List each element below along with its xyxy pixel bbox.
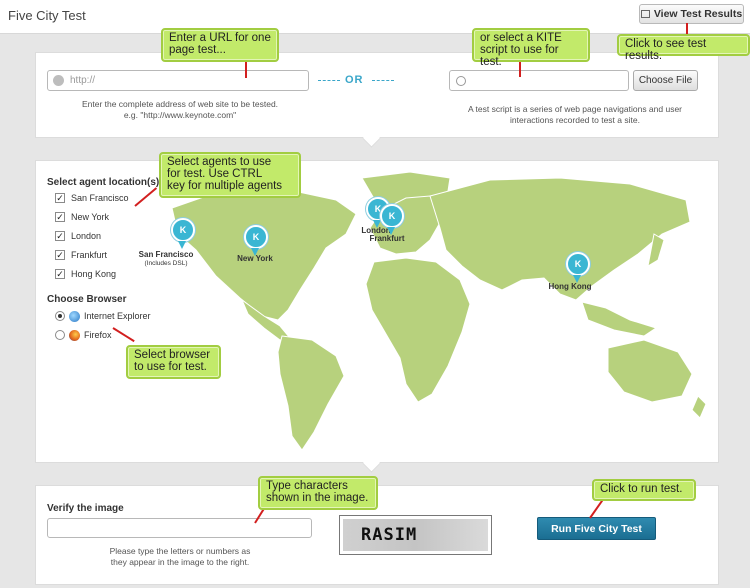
top-bar bbox=[0, 0, 750, 34]
firefox-icon bbox=[69, 329, 80, 341]
agent-checkbox-hong-kong[interactable]: ✓ Hong Kong bbox=[55, 267, 116, 281]
callout-browser-tip: Select browser to use for test. bbox=[126, 345, 221, 379]
map-pin[interactable]: K bbox=[244, 225, 268, 249]
pin-tail bbox=[178, 241, 186, 249]
callout-results-tip: Click to see test results. bbox=[617, 34, 750, 62]
or-divider-left bbox=[318, 80, 340, 82]
map-pin[interactable]: K bbox=[566, 252, 590, 276]
agent-checkbox-new-york[interactable]: ✓ New York bbox=[55, 210, 109, 224]
or-label: OR bbox=[345, 74, 364, 86]
callout-captcha-tip: Type characters shown in the image. bbox=[258, 476, 378, 510]
keynote-pin-icon: K bbox=[171, 218, 195, 242]
south-america-shape bbox=[277, 335, 345, 451]
agent-checkbox-london[interactable]: ✓ London bbox=[55, 229, 101, 243]
app-title: Five City Test bbox=[8, 8, 86, 23]
callout-url-tip: Enter a URL for one page test... bbox=[161, 28, 279, 62]
callout-script-tip: or select a KITE script to use for test. bbox=[472, 28, 590, 68]
view-test-results-label: View Test Results bbox=[653, 8, 743, 20]
australia-shape bbox=[607, 339, 693, 403]
keynote-pin-icon: K bbox=[244, 225, 268, 249]
radio-button[interactable] bbox=[55, 330, 65, 340]
callout-line bbox=[245, 61, 247, 78]
city-label-hong-kong: Hong Kong bbox=[548, 282, 592, 291]
verify-help-text: Please type the letters or numbers as th… bbox=[109, 546, 251, 567]
or-divider-right bbox=[372, 80, 394, 82]
se-asia-shape bbox=[581, 301, 658, 337]
city-label-san-francisco: San Francisco (Includes DSL) bbox=[138, 250, 194, 267]
city-label-new-york: New York bbox=[237, 254, 273, 263]
checkbox[interactable]: ✓ bbox=[55, 269, 65, 279]
view-test-results-button[interactable]: View Test Results bbox=[639, 4, 744, 24]
table-icon bbox=[640, 10, 650, 18]
africa-shape bbox=[365, 257, 471, 403]
map-pin[interactable]: K bbox=[380, 204, 404, 228]
new-zealand-shape bbox=[691, 395, 707, 419]
checkbox[interactable]: ✓ bbox=[55, 250, 65, 260]
search-icon bbox=[456, 75, 466, 86]
radio-button[interactable] bbox=[55, 311, 65, 321]
callout-agents-tip: Select agents to use for test. Use CTRL ke… bbox=[159, 152, 301, 198]
agent-checkbox-san-francisco[interactable]: ✓ San Francisco bbox=[55, 191, 129, 205]
checkbox[interactable]: ✓ bbox=[55, 193, 65, 203]
keynote-pin-icon: K bbox=[380, 204, 404, 228]
globe-icon bbox=[53, 75, 64, 86]
agent-checkbox-frankfurt[interactable]: ✓ Frankfurt bbox=[55, 248, 107, 262]
map-pin[interactable]: K bbox=[171, 218, 195, 242]
captcha-image: RASIM bbox=[339, 515, 492, 555]
keynote-pin-icon: K bbox=[566, 252, 590, 276]
checkbox[interactable]: ✓ bbox=[55, 231, 65, 241]
script-file-input[interactable] bbox=[449, 70, 629, 91]
captcha-text: RASIM bbox=[343, 519, 488, 551]
ie-icon bbox=[69, 310, 80, 322]
script-help-text: A test script is a series of web page na… bbox=[467, 104, 683, 125]
url-input[interactable]: http:// bbox=[47, 70, 309, 91]
city-label-frankfurt: Frankfurt bbox=[369, 234, 405, 243]
browser-option-ie[interactable]: Internet Explorer bbox=[55, 309, 151, 323]
choose-file-button[interactable]: Choose File bbox=[633, 70, 698, 91]
captcha-input[interactable] bbox=[47, 518, 312, 538]
verify-heading: Verify the image bbox=[47, 503, 124, 514]
browser-option-firefox[interactable]: Firefox bbox=[55, 328, 112, 342]
agent-location-heading: Select agent location(s) bbox=[47, 177, 160, 188]
callout-run-tip: Click to run test. bbox=[592, 479, 696, 501]
run-five-city-test-button[interactable]: Run Five City Test bbox=[537, 517, 656, 540]
world-map bbox=[171, 171, 707, 451]
checkbox[interactable]: ✓ bbox=[55, 212, 65, 222]
browser-heading: Choose Browser bbox=[47, 294, 127, 305]
url-placeholder: http:// bbox=[70, 75, 96, 86]
url-help-text: Enter the complete address of web site t… bbox=[81, 99, 279, 120]
